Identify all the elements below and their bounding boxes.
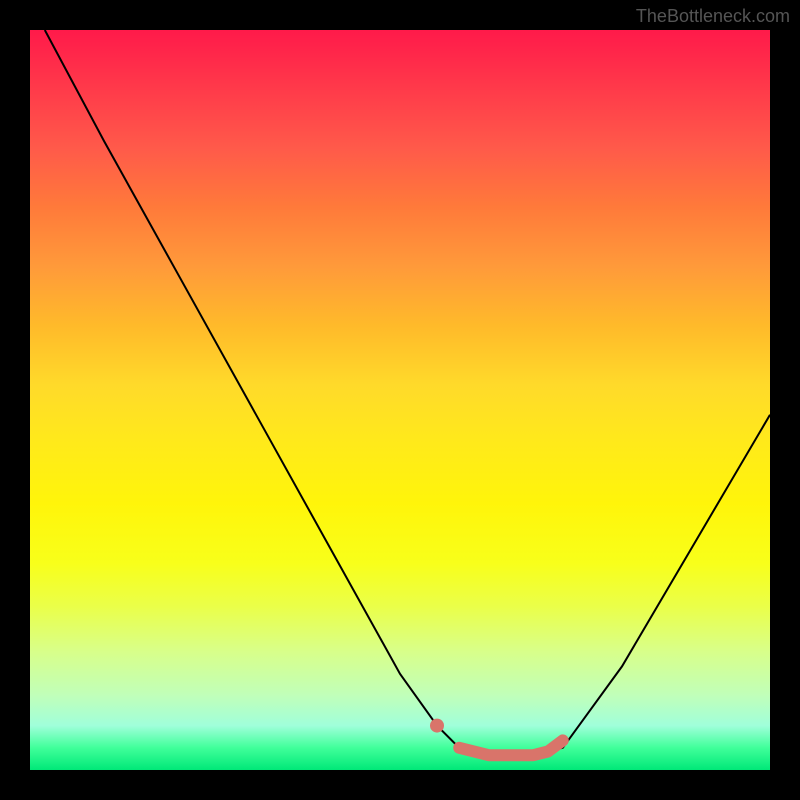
plot-area [30,30,770,770]
chart-svg [30,30,770,770]
optimal-range-dot [430,719,444,733]
optimal-range-highlight [459,740,563,755]
chart-container: TheBottleneck.com [0,0,800,800]
bottleneck-curve [45,30,770,755]
watermark-text: TheBottleneck.com [636,6,790,27]
